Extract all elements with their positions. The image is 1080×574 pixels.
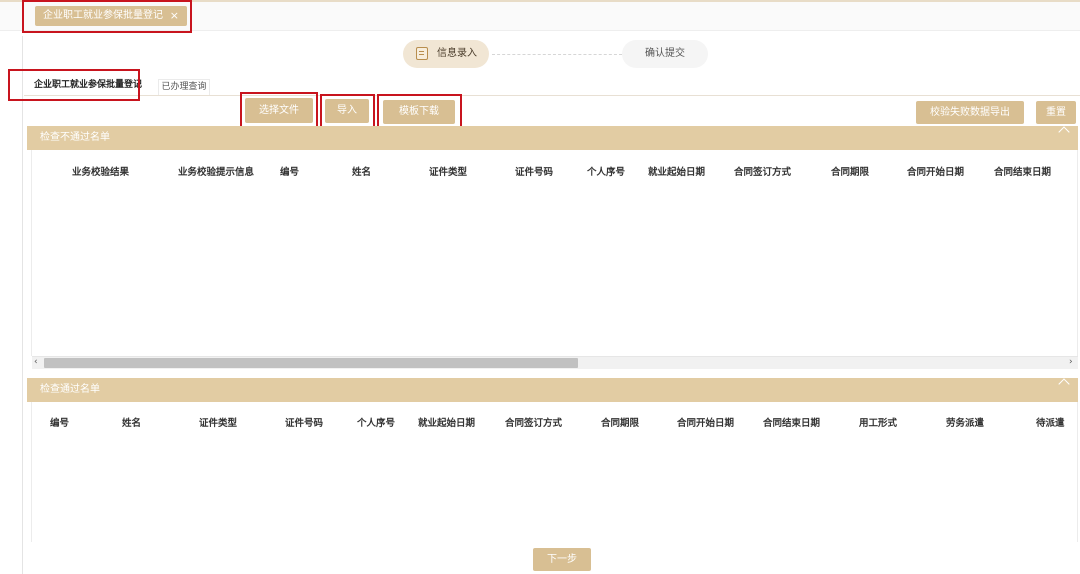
next-step-button[interactable]: 下一步 [533, 548, 591, 571]
tab-processed-query[interactable]: 已办理查询 [158, 79, 210, 95]
column-header: 合同签订方式 [734, 167, 792, 178]
column-header: 姓名 [352, 167, 372, 178]
passed-list-columns: 编号 姓名 证件类型 证件号码 个人序号 就业起始日期 合同签订方式 合同期限 … [32, 407, 1077, 435]
scroll-left-arrow-icon[interactable]: ‹ [34, 357, 38, 367]
chevron-up-icon[interactable] [1058, 378, 1070, 390]
column-header: 合同结束日期 [994, 167, 1052, 178]
highlight-box [320, 94, 375, 128]
column-header: 就业起始日期 [648, 167, 706, 178]
form-edit-icon [416, 47, 428, 60]
column-header: 用工形式 [859, 418, 898, 429]
column-header: 证件号码 [515, 167, 554, 178]
failed-list-header[interactable]: 检查不通过名单 [27, 126, 1078, 150]
column-header: 合同结束日期 [763, 418, 821, 429]
column-header: 合同期限 [601, 418, 640, 429]
column-header: 业务校验提示信息 [178, 167, 255, 178]
column-header: 就业起始日期 [418, 418, 476, 429]
column-header: 编号 [280, 167, 300, 178]
scroll-right-arrow-icon[interactable]: › [1069, 357, 1073, 367]
step-confirm-submit: 确认提交 [622, 40, 708, 68]
reset-button[interactable]: 重置 [1036, 101, 1076, 124]
scrollbar-thumb[interactable] [44, 358, 578, 368]
column-header: 合同期限 [831, 167, 870, 178]
column-header: 证件类型 [429, 167, 468, 178]
highlight-box [240, 92, 318, 128]
step-info-entry: 信息录入 [403, 40, 489, 68]
chevron-up-icon[interactable] [1058, 126, 1070, 138]
column-header: 合同开始日期 [677, 418, 735, 429]
column-header: 编号 [50, 418, 70, 429]
step-info-entry-label: 信息录入 [437, 48, 477, 59]
column-header: 个人序号 [587, 167, 626, 178]
passed-list-title: 检查通过名单 [40, 384, 100, 395]
column-header: 个人序号 [357, 418, 396, 429]
column-header: 劳务派遣 [946, 418, 985, 429]
column-header: 证件类型 [199, 418, 238, 429]
export-failed-data-button[interactable]: 校验失败数据导出 [916, 101, 1024, 124]
failed-list-title: 检查不通过名单 [40, 132, 110, 143]
passed-list-header[interactable]: 检查通过名单 [27, 378, 1078, 402]
step-connector [492, 54, 622, 55]
step-confirm-submit-label: 确认提交 [645, 48, 685, 59]
subtabs-divider [24, 95, 1080, 96]
highlight-box [8, 69, 140, 101]
column-header: 待派遣 [1036, 418, 1065, 429]
failed-list-columns: 业务校验结果 业务校验提示信息 编号 姓名 证件类型 证件号码 个人序号 就业起… [32, 156, 1077, 184]
highlight-box [377, 94, 462, 130]
column-header: 业务校验结果 [72, 167, 130, 178]
content-left-border [22, 36, 23, 574]
highlight-box [22, 0, 192, 33]
column-header: 证件号码 [285, 418, 324, 429]
column-header: 合同签订方式 [505, 418, 563, 429]
column-header: 合同开始日期 [907, 167, 965, 178]
column-header: 姓名 [122, 418, 142, 429]
